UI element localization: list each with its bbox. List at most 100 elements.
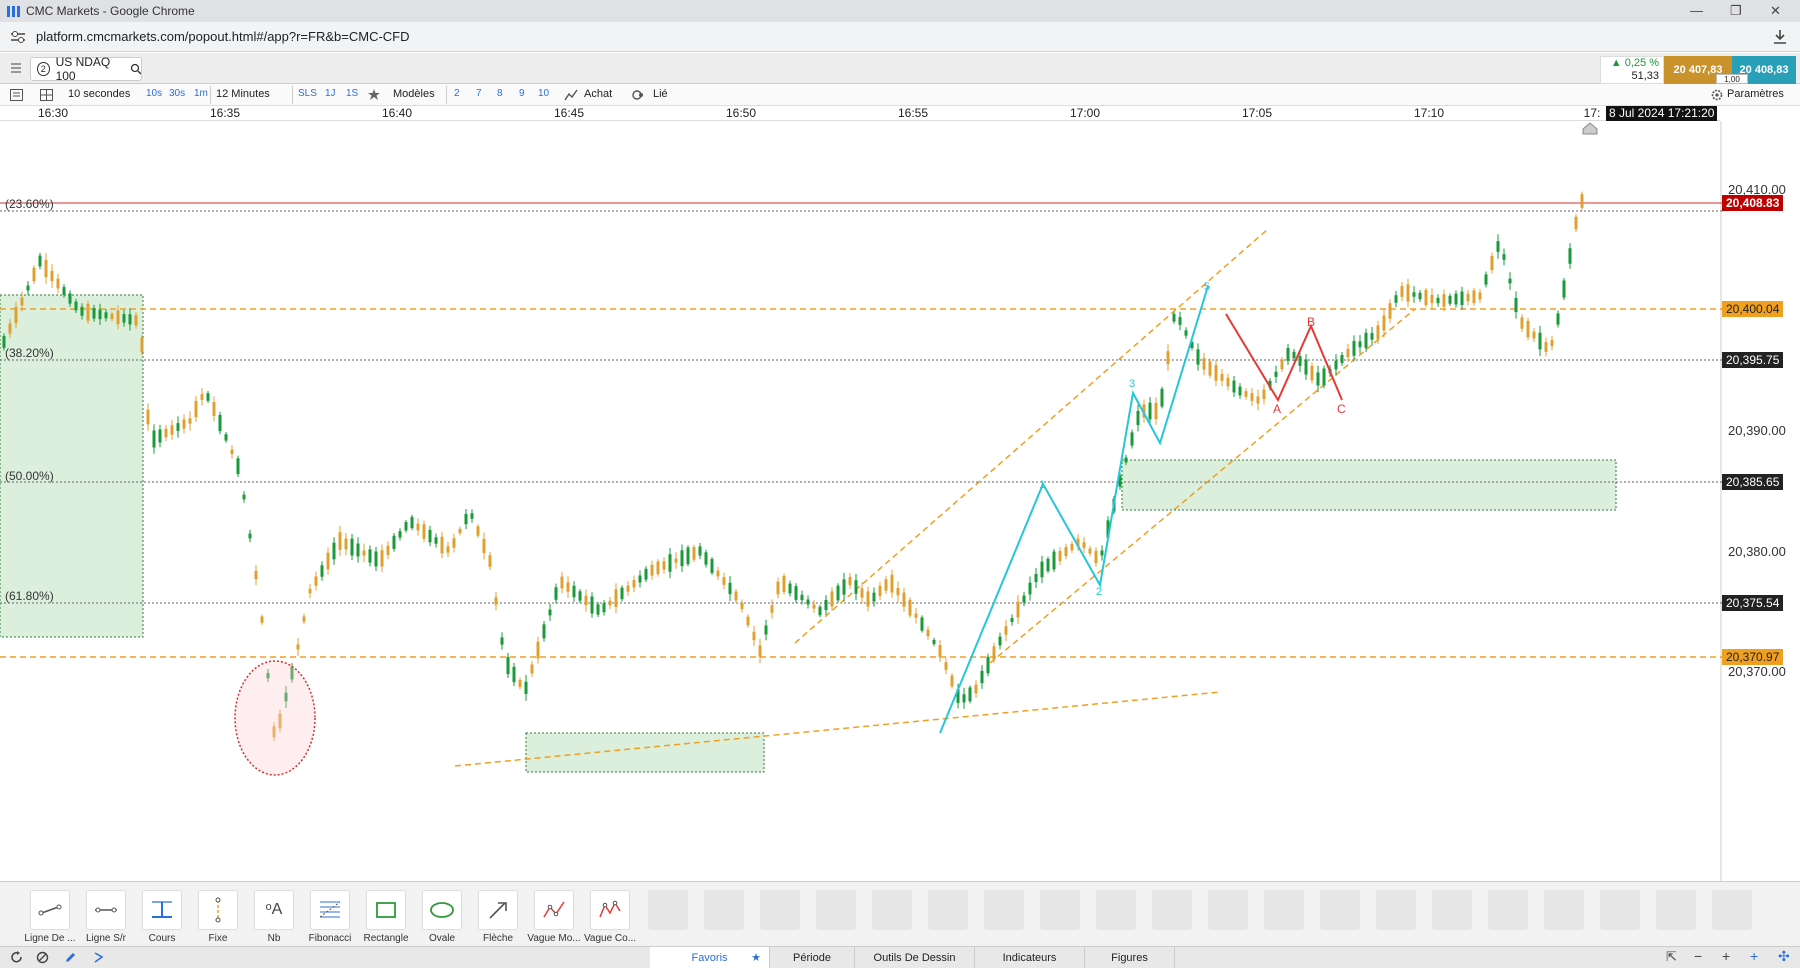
interval-select[interactable]: 10 secondes xyxy=(68,88,130,100)
highlight-ellipse[interactable] xyxy=(234,660,316,776)
preset-10[interactable]: 10 xyxy=(538,88,549,99)
range-1j[interactable]: 1J xyxy=(325,88,336,99)
price-chart[interactable]: (23.60%) (38.20%) (50.00%) (61.80%) 1 2 … xyxy=(0,121,1800,881)
empty-tool-slot[interactable] xyxy=(1096,890,1136,930)
sr-line-tool-button[interactable] xyxy=(86,890,126,930)
layout-icon[interactable] xyxy=(40,89,53,101)
menu-icon[interactable] xyxy=(10,62,22,74)
empty-tool-slot[interactable] xyxy=(1656,890,1696,930)
star-icon[interactable]: ★ xyxy=(751,951,761,964)
candle-body xyxy=(1490,255,1494,271)
link-icon[interactable] xyxy=(632,89,646,101)
empty-tool-slot[interactable] xyxy=(1488,890,1528,930)
price-tool-button[interactable] xyxy=(142,890,182,930)
empty-tool-slot[interactable] xyxy=(704,890,744,930)
fixed-tool-button[interactable] xyxy=(198,890,238,930)
candle-body xyxy=(158,429,162,443)
preset-7[interactable]: 7 xyxy=(476,88,482,99)
oval-tool-button[interactable] xyxy=(422,890,462,930)
pencil-icon[interactable] xyxy=(64,951,77,964)
empty-tool-slot[interactable] xyxy=(984,890,1024,930)
note-tool-button[interactable]: ᵒA xyxy=(254,890,294,930)
tab-period[interactable]: Période xyxy=(770,947,855,968)
buy-button[interactable]: Achat xyxy=(584,88,612,100)
templates-icon[interactable] xyxy=(368,89,380,101)
scroll-end-icon[interactable] xyxy=(1582,122,1598,135)
time-axis: 16:30 16:35 16:40 16:45 16:50 16:55 17:0… xyxy=(0,106,1720,121)
wave-mo-tool-button[interactable] xyxy=(534,890,574,930)
range-select[interactable]: 12 Minutes xyxy=(216,88,270,100)
close-icon[interactable]: ✕ xyxy=(1770,3,1781,19)
wave-co-tool-button[interactable] xyxy=(590,890,630,930)
empty-tool-slot[interactable] xyxy=(928,890,968,930)
tab-number-badge: 2 xyxy=(37,62,50,76)
candle-body xyxy=(1166,351,1170,365)
empty-tool-slot[interactable] xyxy=(1320,890,1360,930)
tool-label: Vague Co... xyxy=(583,933,637,944)
url-text[interactable]: platform.cmcmarkets.com/popout.html#/app… xyxy=(36,29,410,44)
empty-tool-slot[interactable] xyxy=(1544,890,1584,930)
clear-icon[interactable] xyxy=(36,951,49,964)
empty-tool-slot[interactable] xyxy=(1600,890,1640,930)
interval-30s[interactable]: 30s xyxy=(169,88,185,99)
arrow-tool-button[interactable] xyxy=(478,890,518,930)
candle-body xyxy=(824,599,828,611)
empty-tool-slot[interactable] xyxy=(816,890,856,930)
restore-icon[interactable]: ❐ xyxy=(1730,3,1742,19)
chart-canvas[interactable] xyxy=(0,121,1800,881)
empty-tool-slot[interactable] xyxy=(1432,890,1472,930)
candle-body xyxy=(410,516,414,529)
empty-tool-slot[interactable] xyxy=(1040,890,1080,930)
empty-tool-slot[interactable] xyxy=(1208,890,1248,930)
preset-8[interactable]: 8 xyxy=(497,88,503,99)
rectangle-tool-button[interactable] xyxy=(366,890,406,930)
range-sls[interactable]: SLS xyxy=(298,88,317,99)
correction-wave-line[interactable] xyxy=(1225,313,1343,403)
line-tool-button[interactable] xyxy=(30,890,70,930)
tab-favorites[interactable]: Favoris ★ xyxy=(650,947,770,968)
instrument-tab[interactable]: 2 US NDAQ 100 xyxy=(30,55,142,83)
interval-10s[interactable]: 10s xyxy=(146,88,162,99)
zoom-out-icon[interactable]: − xyxy=(1694,948,1702,964)
empty-tool-slot[interactable] xyxy=(760,890,800,930)
expand-icon[interactable]: ✣ xyxy=(1778,948,1790,965)
tab-figures[interactable]: Figures xyxy=(1085,947,1175,968)
preset-9[interactable]: 9 xyxy=(519,88,525,99)
zoom-in-icon[interactable]: + xyxy=(1722,948,1730,964)
empty-tool-slot[interactable] xyxy=(872,890,912,930)
candle-body xyxy=(1352,340,1356,356)
tab-indicators[interactable]: Indicateurs xyxy=(975,947,1085,968)
preset-2[interactable]: 2 xyxy=(454,88,460,99)
download-icon[interactable] xyxy=(1772,29,1788,45)
empty-tool-slot[interactable] xyxy=(1376,890,1416,930)
fit-icon[interactable]: ⇱ xyxy=(1666,949,1677,965)
candle-body xyxy=(344,538,348,550)
settings-icon[interactable] xyxy=(1711,89,1723,101)
demand-zone-right[interactable] xyxy=(1121,459,1617,511)
templates-button[interactable]: Modèles xyxy=(393,88,435,100)
fib-label-50: (50.00%) xyxy=(5,469,54,483)
fibonacci-tool-button[interactable] xyxy=(310,890,350,930)
candle-body xyxy=(1544,342,1548,352)
refresh-icon[interactable] xyxy=(10,951,23,964)
site-settings-icon[interactable] xyxy=(10,30,26,44)
minimize-icon[interactable]: — xyxy=(1690,3,1703,18)
empty-tool-slot[interactable] xyxy=(1152,890,1192,930)
candle-body xyxy=(746,616,750,626)
tab-drawing-tools[interactable]: Outils De Dessin xyxy=(855,947,975,968)
empty-tool-slot[interactable] xyxy=(648,890,688,930)
search-icon[interactable] xyxy=(130,63,141,75)
settings-button[interactable]: Paramètres xyxy=(1727,88,1784,100)
interval-1m[interactable]: 1m xyxy=(194,88,208,99)
crosshair-icon[interactable]: + xyxy=(1750,948,1758,964)
buy-icon[interactable] xyxy=(564,89,578,101)
empty-tool-slot[interactable] xyxy=(1712,890,1752,930)
magnet-icon[interactable] xyxy=(92,951,105,964)
address-bar[interactable]: platform.cmcmarkets.com/popout.html#/app… xyxy=(0,22,1800,52)
link-button[interactable]: Lié xyxy=(653,88,668,100)
current-price-label: 20,408.83 xyxy=(1722,195,1784,211)
candle-body xyxy=(1082,542,1086,548)
range-1s[interactable]: 1S xyxy=(346,88,358,99)
empty-tool-slot[interactable] xyxy=(1264,890,1304,930)
list-icon[interactable] xyxy=(10,89,23,101)
